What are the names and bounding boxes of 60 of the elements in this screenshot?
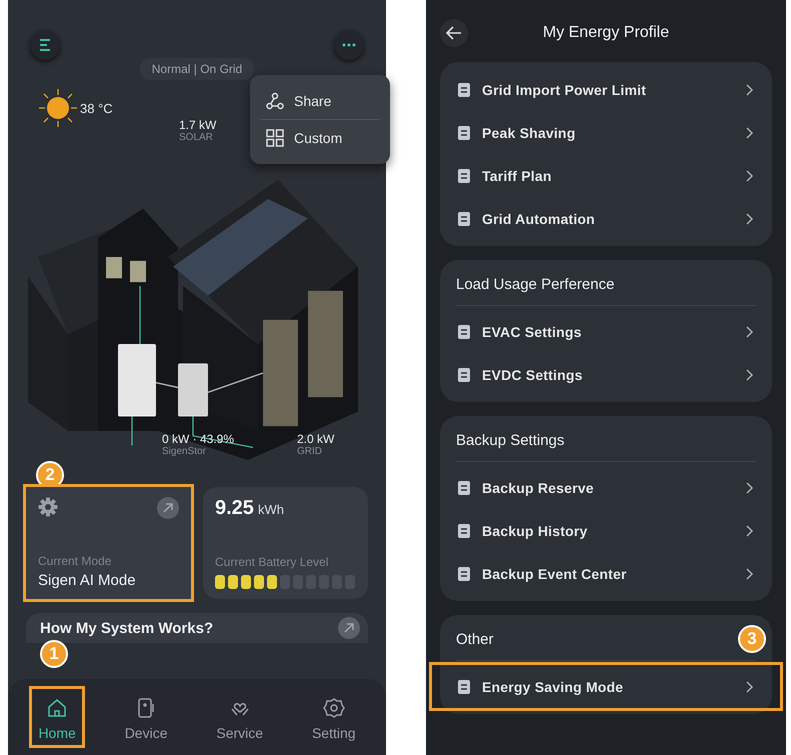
sun-icon [38,88,78,128]
flow-value: 1.7 kW [179,118,216,132]
group-title: Other [456,631,494,648]
share-icon [266,92,284,110]
nav-tab[interactable]: Device [116,686,176,748]
settings-item[interactable]: Backup Reserve [440,466,772,509]
menu-button[interactable] [30,30,60,60]
chevron-icon [746,568,754,580]
flow-label: GRID [297,446,323,457]
callout-badge: 3 [738,624,766,652]
gear-icon [38,497,58,517]
nav-tab[interactable]: Setting [302,686,365,748]
flow-label: SOLAR [179,132,214,143]
chevron-icon [746,680,754,692]
chevron-icon [746,212,754,224]
nav-tab[interactable]: Service [207,686,272,748]
settings-item[interactable]: Backup Event Center [440,552,772,595]
settings-item[interactable]: Peak Shaving [440,111,772,154]
callout-badge: 1 [40,640,68,668]
chevron-icon [746,126,754,138]
group-title: Load Usage Perference [456,276,614,293]
menu-icon [38,39,52,51]
mode-value: Sigen AI Mode [38,572,137,589]
more-button[interactable] [334,30,364,60]
mode-label: Current Mode [38,554,112,568]
back-button[interactable] [440,19,468,47]
energy-value: 9.25 [215,497,254,520]
settings-item[interactable]: Grid Automation [440,197,772,240]
settings-item[interactable]: Energy Saving Mode [432,665,780,708]
gear-icon [322,697,345,719]
group-title: Backup Settings [456,432,564,449]
how-card[interactable]: How My System Works? [26,613,368,643]
menu-item[interactable]: Custom [260,120,380,156]
status-pill: Normal | On Grid [140,58,254,80]
chevron-icon [746,368,754,380]
flow-value: 2.0 kW [297,432,334,446]
more-icon [342,43,356,47]
energy-unit: kWh [258,502,284,517]
chevron-icon [746,482,754,494]
grid-icon [266,129,284,147]
chevron-icon [746,326,754,338]
screen-title: My Energy Profile [542,24,670,42]
mode-card[interactable]: Current Mode Sigen AI Mode [26,487,191,599]
settings-item[interactable]: EVAC Settings [440,310,772,353]
arrow-circle-icon [338,617,360,639]
flow-label: SigenStor [162,446,207,457]
battery-label: Current Battery Level [215,555,330,569]
chevron-icon [746,524,754,536]
settings-item[interactable]: Grid Import Power Limit [440,68,772,111]
back-arrow-icon [446,26,462,40]
nav-tab[interactable]: Home [29,686,85,748]
menu-item[interactable]: Share [260,83,380,119]
home-icon [46,697,68,719]
chevron-icon [746,170,754,182]
chevron-icon [746,84,754,96]
temperature: 38 °C [80,100,113,116]
settings-item[interactable]: Backup History [440,509,772,552]
settings-item[interactable]: EVDC Settings [440,353,772,396]
arrow-circle-icon [157,497,179,519]
settings-item[interactable]: Tariff Plan [440,154,772,197]
